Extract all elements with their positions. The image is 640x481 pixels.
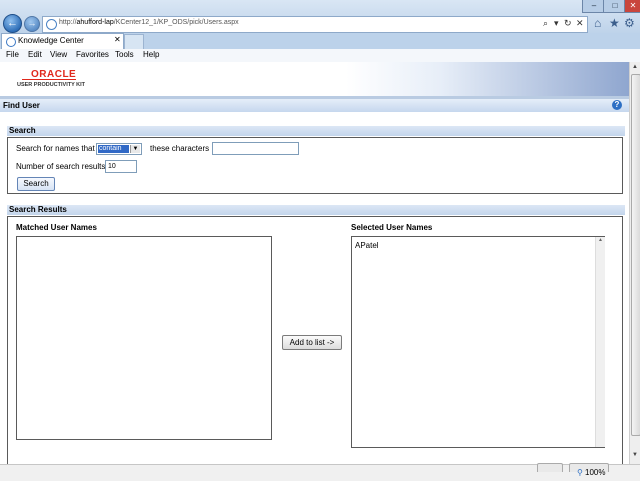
- match-mode-value: contain: [98, 145, 129, 153]
- page-icon: [46, 19, 57, 30]
- chevron-down-icon[interactable]: ▼: [130, 145, 140, 153]
- browser-titlebar: ← → http://ahufford-lap/KCenter12_1/KP_O…: [0, 0, 640, 33]
- product-subtitle: USER PRODUCTIVITY KIT: [17, 82, 86, 88]
- address-bar[interactable]: http://ahufford-lap/KCenter12_1/KP_ODS/p…: [42, 16, 588, 33]
- back-button[interactable]: ←: [3, 14, 22, 33]
- tab-strip: Knowledge Center ✕: [0, 33, 640, 50]
- stop-icon[interactable]: ✕: [576, 18, 584, 29]
- help-icon[interactable]: ?: [612, 100, 622, 110]
- search-names-label: Search for names that: [16, 144, 95, 153]
- find-user-bar: Find User ?: [0, 99, 629, 112]
- url-text[interactable]: http://ahufford-lap/KCenter12_1/KP_ODS/p…: [59, 19, 239, 26]
- search-icon[interactable]: ⌕: [543, 18, 548, 29]
- forward-arrow-icon: →: [27, 18, 37, 28]
- selected-users-label: Selected User Names: [351, 223, 433, 232]
- cut-off-button[interactable]: [537, 463, 563, 472]
- oracle-header: ORACLE USER PRODUCTIVITY KIT: [0, 62, 629, 99]
- back-arrow-icon: ←: [7, 17, 18, 29]
- zoom-icon[interactable]: ⚲: [577, 468, 583, 477]
- add-to-list-button[interactable]: Add to list ->: [282, 335, 342, 350]
- search-button[interactable]: Search: [17, 177, 55, 191]
- scroll-up-icon[interactable]: ▲: [632, 64, 638, 70]
- forward-button[interactable]: →: [24, 16, 40, 32]
- search-results-header: Search Results: [7, 205, 625, 215]
- refresh-icon[interactable]: ↻: [564, 18, 572, 29]
- zoom-level[interactable]: 100%: [585, 468, 605, 477]
- search-characters-input[interactable]: [212, 142, 299, 155]
- url-path: /KCenter12_1/KP_ODS/pick/Users.aspx: [113, 19, 239, 26]
- scrollbar-thumb[interactable]: [631, 74, 640, 436]
- search-panel: Search for names that contain ▼ these ch…: [7, 137, 623, 194]
- dropdown-arrow-icon[interactable]: ▾: [554, 18, 559, 29]
- home-icon[interactable]: ⌂: [594, 16, 601, 30]
- page-scrollbar[interactable]: ▲ ▼: [629, 62, 640, 464]
- match-mode-select[interactable]: contain ▼: [96, 143, 142, 155]
- tab-title: Knowledge Center: [18, 36, 84, 45]
- status-bar: ⚲ 100%: [0, 463, 640, 481]
- menu-file[interactable]: File: [6, 50, 19, 59]
- list-item[interactable]: APatel: [355, 241, 379, 250]
- num-results-input[interactable]: 10: [105, 160, 137, 173]
- search-section-header: Search: [7, 126, 625, 136]
- close-window-button[interactable]: ✕: [624, 0, 640, 13]
- menu-tools[interactable]: Tools: [115, 50, 134, 59]
- scroll-down-icon[interactable]: ▼: [632, 452, 638, 458]
- menu-help[interactable]: Help: [143, 50, 159, 59]
- gear-icon[interactable]: ⚙: [624, 16, 635, 30]
- these-characters-label: these characters: [150, 144, 210, 153]
- matched-users-label: Matched User Names: [16, 223, 97, 232]
- new-tab-button[interactable]: [124, 34, 144, 50]
- page-title: Find User: [3, 101, 40, 110]
- url-host: ahufford-lap: [76, 19, 114, 26]
- menu-view[interactable]: View: [50, 50, 67, 59]
- page-icon: [6, 37, 16, 47]
- menu-bar: File Edit View Favorites Tools Help: [0, 49, 640, 63]
- matched-users-list[interactable]: [16, 236, 272, 440]
- menu-favorites[interactable]: Favorites: [76, 50, 109, 59]
- tab-knowledge-center[interactable]: Knowledge Center ✕: [1, 33, 124, 50]
- menu-edit[interactable]: Edit: [28, 50, 42, 59]
- search-results-panel: Matched User Names Add to list -> Select…: [7, 216, 623, 467]
- url-prefix: http://: [59, 19, 77, 26]
- selected-users-list[interactable]: APatel ▲: [351, 236, 605, 448]
- num-results-label: Number of search results: [16, 162, 106, 171]
- star-icon[interactable]: ★: [609, 16, 620, 30]
- selected-list-scrollbar[interactable]: ▲: [595, 237, 605, 447]
- logo-divider: [22, 79, 76, 80]
- tab-close-icon[interactable]: ✕: [114, 35, 121, 44]
